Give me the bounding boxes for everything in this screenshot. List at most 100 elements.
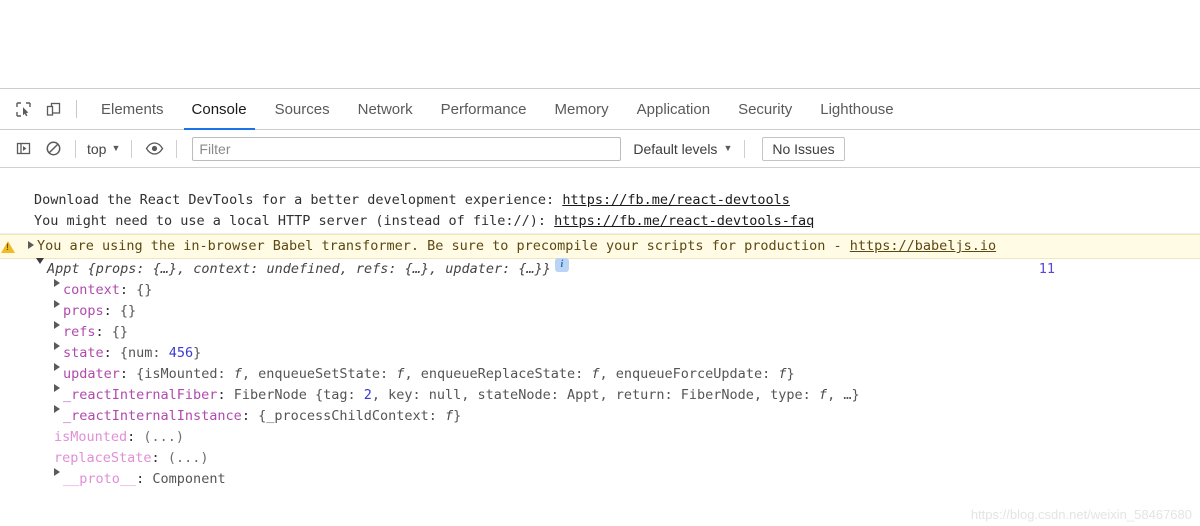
- expand-arrow-icon[interactable]: [54, 468, 60, 476]
- object-class-name: Appt: [47, 259, 80, 280]
- property-value: Component: [152, 469, 225, 490]
- clear-console-icon[interactable]: [38, 136, 68, 162]
- property-name: context: [63, 280, 120, 301]
- page-viewport: [0, 0, 1200, 88]
- tab-security[interactable]: Security: [724, 89, 806, 130]
- property-separator: :: [136, 469, 152, 490]
- warning-triangle-icon: [1, 241, 15, 253]
- filter-divider-3: [176, 140, 177, 158]
- chevron-down-icon: ▼: [723, 144, 732, 153]
- tab-lighthouse[interactable]: Lighthouse: [806, 89, 907, 130]
- warning-text: You are using the in-browser Babel trans…: [37, 238, 850, 254]
- warning-body: You are using the in-browser Babel trans…: [14, 236, 996, 257]
- expand-arrow-icon[interactable]: [54, 384, 60, 392]
- object-property-row[interactable]: context: {}: [0, 280, 1200, 301]
- warning-link[interactable]: https://babeljs.io: [850, 238, 996, 254]
- info-line-1-text: Download the React DevTools for a better…: [34, 192, 562, 208]
- console-object-output: Appt {props: {…}, context: undefined, re…: [0, 259, 1200, 490]
- property-separator: :: [127, 427, 143, 448]
- filter-divider-4: [744, 140, 745, 158]
- warning-gutter: [0, 236, 14, 253]
- property-separator: :: [242, 406, 258, 427]
- property-separator: :: [104, 301, 120, 322]
- tab-application[interactable]: Application: [623, 89, 724, 130]
- property-value: {num: 456}: [120, 343, 201, 364]
- property-value[interactable]: (...): [143, 427, 184, 448]
- property-separator: :: [104, 343, 120, 364]
- object-property-row[interactable]: refs: {}: [0, 322, 1200, 343]
- console-output: Download the React DevTools for a better…: [0, 168, 1200, 490]
- console-message-warning[interactable]: You are using the in-browser Babel trans…: [0, 234, 1200, 259]
- screenshot-root: Elements Console Sources Network Perform…: [0, 0, 1200, 526]
- property-value: {}: [136, 280, 152, 301]
- property-value[interactable]: (...): [168, 448, 209, 469]
- toolbar-divider: [76, 100, 77, 118]
- console-filter-toolbar: top ▼ Default levels ▼ No Issues: [0, 130, 1200, 168]
- property-name: isMounted: [54, 427, 127, 448]
- property-name: props: [63, 301, 104, 322]
- info-badge-icon[interactable]: i: [555, 258, 569, 272]
- property-name: replaceState: [54, 448, 152, 469]
- expand-arrow-icon[interactable]: [54, 405, 60, 413]
- property-value: {}: [120, 301, 136, 322]
- property-separator: :: [217, 385, 233, 406]
- message-count-link[interactable]: 11: [1039, 259, 1055, 280]
- property-value: FiberNode {tag: 2, key: null, stateNode:…: [234, 385, 860, 406]
- log-levels-select[interactable]: Default levels ▼: [633, 141, 732, 157]
- tab-performance[interactable]: Performance: [427, 89, 541, 130]
- expand-arrow-icon[interactable]: [54, 279, 60, 287]
- property-value: {}: [112, 322, 128, 343]
- devtools-panel: Elements Console Sources Network Perform…: [0, 88, 1200, 490]
- property-name: _reactInternalFiber: [63, 385, 217, 406]
- devtools-tabbar: Elements Console Sources Network Perform…: [0, 88, 1200, 130]
- tab-memory[interactable]: Memory: [541, 89, 623, 130]
- expand-arrow-icon[interactable]: [54, 300, 60, 308]
- object-proto-row[interactable]: __proto__: Component: [0, 469, 1200, 490]
- property-separator: :: [120, 364, 136, 385]
- filter-input[interactable]: [192, 137, 621, 161]
- info-line-1-link[interactable]: https://fb.me/react-devtools: [562, 192, 790, 208]
- tab-network[interactable]: Network: [344, 89, 427, 130]
- property-name: refs: [63, 322, 96, 343]
- object-summary: {props: {…}, context: undefined, refs: {…: [80, 259, 551, 280]
- expand-arrow-icon[interactable]: [54, 363, 60, 371]
- log-levels-label: Default levels: [633, 141, 717, 157]
- filter-divider-2: [131, 140, 132, 158]
- issues-button[interactable]: No Issues: [762, 137, 844, 161]
- property-separator: :: [96, 322, 112, 343]
- tab-elements[interactable]: Elements: [87, 89, 178, 130]
- console-message-info[interactable]: Download the React DevTools for a better…: [0, 168, 1200, 234]
- property-name: updater: [63, 364, 120, 385]
- info-line-2-link[interactable]: https://fb.me/react-devtools-faq: [554, 213, 814, 229]
- device-toolbar-icon[interactable]: [38, 95, 68, 123]
- property-value: {isMounted: f, enqueueSetState: f, enque…: [136, 364, 794, 385]
- collapse-arrow-icon[interactable]: [36, 258, 44, 264]
- object-property-row[interactable]: _reactInternalInstance: {_processChildCo…: [0, 406, 1200, 427]
- console-sidebar-icon[interactable]: [8, 136, 38, 162]
- object-accessor-row[interactable]: isMounted: (...): [0, 427, 1200, 448]
- expand-arrow-icon[interactable]: [28, 241, 34, 249]
- tab-sources[interactable]: Sources: [261, 89, 344, 130]
- expand-arrow-icon[interactable]: [54, 342, 60, 350]
- object-property-row[interactable]: _reactInternalFiber: FiberNode {tag: 2, …: [0, 385, 1200, 406]
- expand-arrow-icon[interactable]: [54, 321, 60, 329]
- message-gutter: [0, 169, 14, 170]
- object-accessor-row[interactable]: replaceState: (...): [0, 448, 1200, 469]
- inspect-element-icon[interactable]: [8, 95, 38, 123]
- filter-divider-1: [75, 140, 76, 158]
- property-name: __proto__: [63, 469, 136, 490]
- property-separator: :: [152, 448, 168, 469]
- object-property-row[interactable]: props: {}: [0, 301, 1200, 322]
- chevron-down-icon: ▼: [111, 144, 120, 153]
- tab-console[interactable]: Console: [178, 89, 261, 130]
- watermark: https://blog.csdn.net/weixin_58467680: [971, 507, 1192, 522]
- object-header-row[interactable]: Appt {props: {…}, context: undefined, re…: [0, 259, 1200, 280]
- object-property-row[interactable]: state: {num: 456}: [0, 343, 1200, 364]
- execution-context-select[interactable]: top ▼: [83, 141, 124, 157]
- property-separator: :: [120, 280, 136, 301]
- execution-context-label: top: [87, 141, 106, 157]
- live-expression-eye-icon[interactable]: [139, 136, 169, 162]
- property-name: state: [63, 343, 104, 364]
- info-line-2-text: You might need to use a local HTTP serve…: [34, 213, 554, 229]
- object-property-row[interactable]: updater: {isMounted: f, enqueueSetState:…: [0, 364, 1200, 385]
